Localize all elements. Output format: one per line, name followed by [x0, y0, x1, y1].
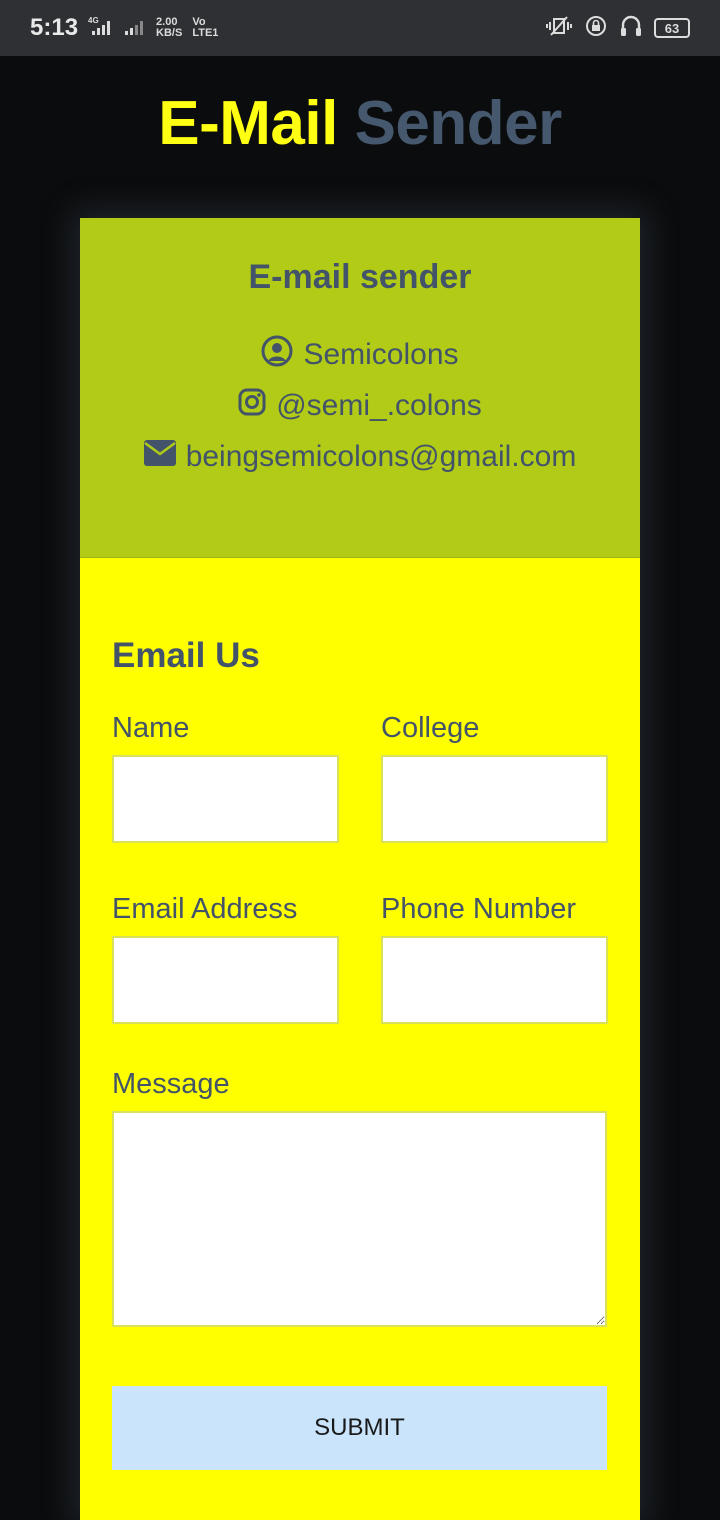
- email-field-group: Email Address: [112, 893, 339, 1024]
- name-label: Name: [112, 712, 190, 744]
- page-title: E-Mail Sender: [0, 88, 720, 159]
- battery-icon: 63: [654, 18, 690, 38]
- phone-label: Phone Number: [381, 893, 577, 925]
- info-name: Semicolons: [303, 337, 459, 371]
- info-instagram-row: @semi_.colons: [80, 380, 640, 431]
- message-textarea[interactable]: [112, 1111, 607, 1327]
- college-label: College: [381, 712, 480, 744]
- network-speed: 2.00 KB/S: [156, 17, 182, 39]
- vibrate-icon: [546, 14, 572, 43]
- submit-button[interactable]: SUBMIT: [112, 1386, 607, 1470]
- signal-icon-2: [124, 16, 146, 41]
- rotation-lock-icon: [584, 14, 608, 43]
- info-email: beingsemicolons@gmail.com: [185, 439, 577, 473]
- volte-indicator: Vo LTE1: [192, 17, 218, 39]
- volte-bottom: LTE1: [192, 27, 219, 39]
- info-panel: E-mail sender Semicolons @semi_.colons b…: [80, 218, 640, 558]
- network-speed-unit: KB/S: [156, 27, 183, 39]
- page-title-part1: E-Mail: [158, 89, 338, 158]
- info-heading: E-mail sender: [248, 258, 472, 296]
- signal-icon: 4G: [88, 16, 114, 41]
- status-time: 5:13: [30, 14, 79, 41]
- name-input[interactable]: [112, 755, 339, 843]
- envelope-icon: [143, 439, 176, 474]
- network-type-label: 4G: [88, 16, 99, 25]
- headphones-icon: [620, 14, 642, 43]
- form-row-2: Email Address Phone Number: [112, 893, 608, 1024]
- info-instagram: @semi_.colons: [276, 388, 482, 422]
- status-bar-left: 5:13 4G 2.00 KB/S Vo LTE1: [30, 14, 218, 42]
- phone-field-group: Phone Number: [381, 893, 608, 1024]
- status-bar-right: 63: [546, 14, 690, 43]
- contact-card: E-mail sender Semicolons @semi_.colons b…: [80, 218, 640, 1520]
- email-input[interactable]: [112, 936, 339, 1024]
- form-row-1: Name College: [112, 712, 608, 843]
- form-heading: Email Us: [112, 636, 260, 675]
- status-bar: 5:13 4G 2.00 KB/S Vo LTE1 63: [0, 0, 720, 56]
- name-field-group: Name: [112, 712, 339, 843]
- message-label: Message: [112, 1068, 230, 1100]
- phone-input[interactable]: [381, 936, 608, 1024]
- instagram-icon: [238, 388, 266, 424]
- email-label: Email Address: [112, 893, 298, 925]
- info-email-row: beingsemicolons@gmail.com: [80, 431, 640, 482]
- user-circle-icon: [261, 335, 293, 375]
- page-title-part2: Sender: [354, 89, 563, 158]
- college-field-group: College: [381, 712, 608, 843]
- contact-form: Email Us Name College Email Address Phon…: [80, 558, 640, 1520]
- message-field-group: Message: [112, 1068, 608, 1332]
- info-name-row: Semicolons: [80, 329, 640, 380]
- college-input[interactable]: [381, 755, 608, 843]
